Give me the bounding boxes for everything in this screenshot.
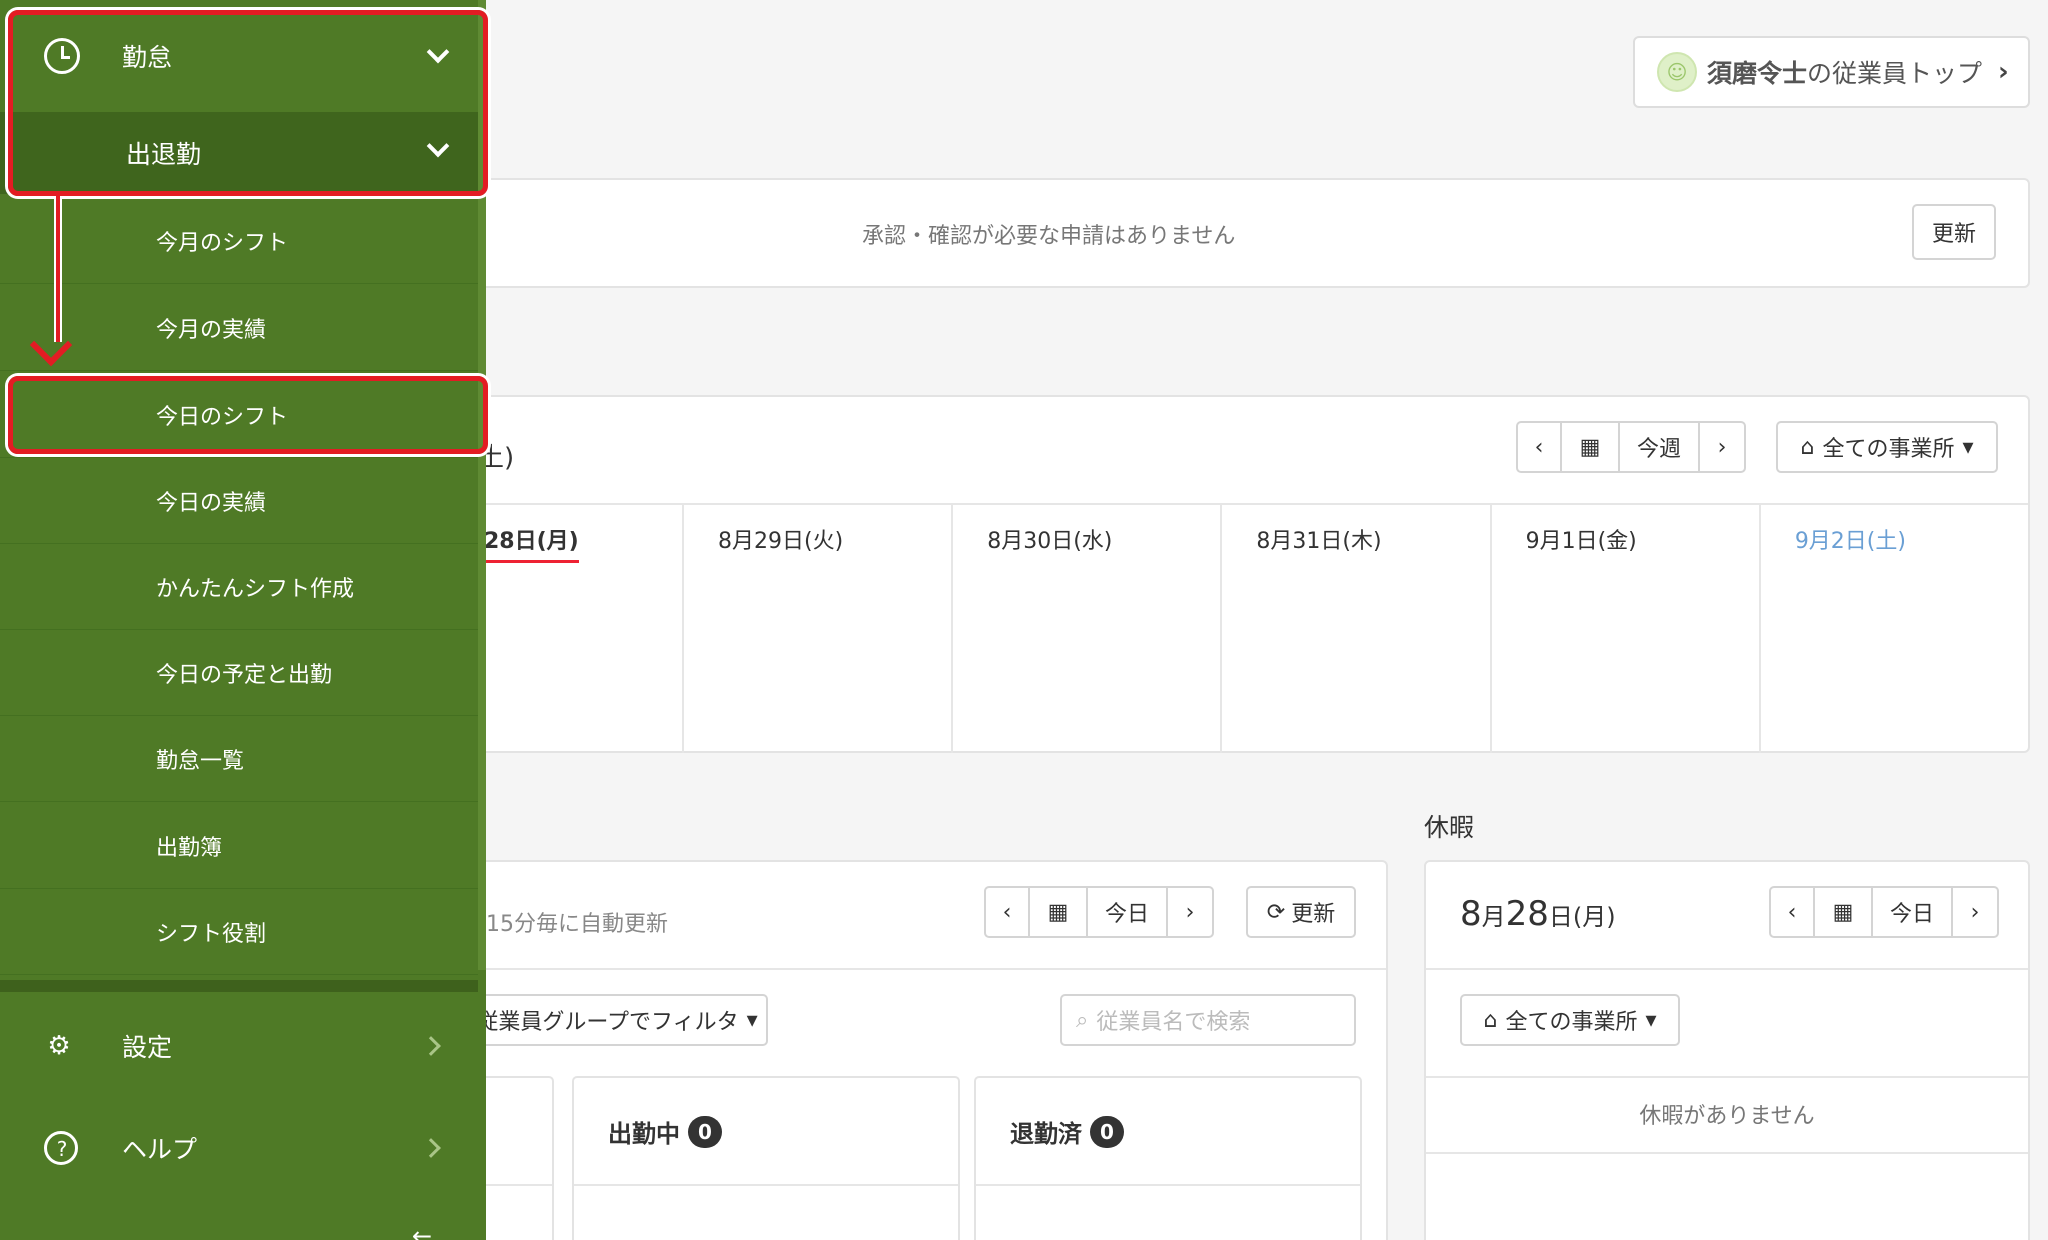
- help-icon: ?: [44, 1131, 78, 1165]
- sidebar-subitem-month-shift[interactable]: 今月のシフト: [0, 198, 478, 284]
- calendar-icon[interactable]: ▦: [1562, 423, 1620, 471]
- sidebar-subitem-today-schedule[interactable]: 今日の予定と出勤: [0, 630, 478, 716]
- sidebar-item-label: ヘルプ: [122, 1135, 198, 1164]
- column-title: 出勤中: [608, 1120, 680, 1148]
- leave-date: 8月28日(月): [1460, 894, 1616, 934]
- chevron-right-icon: ›: [1998, 57, 2009, 87]
- employee-name: 須磨令士: [1707, 59, 1808, 88]
- search-icon: ⌕: [1076, 1007, 1089, 1033]
- next-day-button[interactable]: ›: [1168, 888, 1212, 936]
- sidebar-item-help[interactable]: ? ヘルプ: [0, 1098, 478, 1198]
- sidebar-subitem-shift-roles[interactable]: シフト役割: [0, 889, 478, 975]
- divider: [472, 968, 1386, 970]
- prev-day-button[interactable]: ‹: [986, 888, 1030, 936]
- chevron-right-icon: [421, 1036, 441, 1056]
- leave-office-dropdown[interactable]: ⌂ 全ての事業所 ▾: [1460, 994, 1680, 1046]
- smiley-icon: ☺: [1657, 52, 1697, 92]
- auto-update-note: 15分毎に自動更新: [486, 912, 668, 937]
- sidebar-subitem-month-results[interactable]: 今月の実績: [0, 285, 478, 371]
- prev-week-button[interactable]: ‹: [1518, 423, 1562, 471]
- day-column[interactable]: 28日(月): [472, 505, 684, 753]
- sidebar-subitem-easy-shift[interactable]: かんたんシフト作成: [0, 544, 478, 630]
- caret-down-icon: ▾: [746, 1007, 758, 1033]
- chevron-right-icon: [421, 1138, 441, 1158]
- leave-day-nav: ‹ ▦ 今日 ›: [1769, 886, 1999, 938]
- office-label: 全ての事業所: [1822, 437, 1955, 462]
- notice-refresh-button[interactable]: 更新: [1912, 204, 1996, 260]
- column-title: 退勤済: [1010, 1120, 1082, 1148]
- today-button[interactable]: 今日: [1873, 888, 1953, 936]
- sidebar-subitem-attendance-list[interactable]: 勤怠一覧: [0, 716, 478, 802]
- next-week-button[interactable]: ›: [1700, 423, 1744, 471]
- day-column[interactable]: 9月1日(金): [1492, 505, 1761, 753]
- calendar-icon[interactable]: ▦: [1030, 888, 1088, 936]
- no-leave-message: 休暇がありません: [1639, 1104, 1815, 1129]
- count-badge: 0: [688, 1115, 722, 1148]
- notice-panel: 承認・確認が必要な申請はありません 更新: [470, 178, 2030, 288]
- caret-down-icon: ▾: [1962, 434, 1974, 460]
- prev-day-button[interactable]: ‹: [1771, 888, 1815, 936]
- employee-top-label: の従業員トップ: [1807, 59, 1983, 88]
- status-column-finished: 退勤済 0: [974, 1076, 1362, 1240]
- day-label: 9月2日(土): [1794, 529, 1906, 554]
- employee-search-input[interactable]: ⌕ 従業員名で検索: [1060, 994, 1356, 1046]
- next-day-button[interactable]: ›: [1953, 888, 1997, 936]
- collapse-sidebar-icon[interactable]: ←: [412, 1222, 432, 1240]
- day-column[interactable]: 9月2日(土): [1761, 505, 2028, 753]
- day-column[interactable]: 8月30日(水): [953, 505, 1223, 753]
- annotation-arrow: [54, 196, 62, 342]
- filter-label: 従業員グループでフィルタ: [476, 1010, 739, 1035]
- day-label: 8月29日(火): [718, 529, 844, 554]
- day-label: 9月1日(金): [1525, 529, 1637, 554]
- day-label: 8月30日(水): [987, 529, 1113, 554]
- office-label: 全ての事業所: [1505, 1010, 1638, 1035]
- this-week-button[interactable]: 今週: [1620, 423, 1700, 471]
- gear-icon: ⚙: [47, 1031, 71, 1061]
- day-label: 28日(月): [484, 529, 579, 563]
- home-icon: ⌂: [1483, 1007, 1498, 1033]
- refresh-label: 更新: [1291, 902, 1336, 927]
- calendar-icon[interactable]: ▦: [1815, 888, 1873, 936]
- divider: [0, 980, 478, 992]
- caret-down-icon: ▾: [1645, 1007, 1657, 1033]
- week-days: 28日(月) 8月29日(火) 8月30日(水) 8月31日(木) 9月1日(金…: [472, 503, 2028, 753]
- day-column[interactable]: 8月31日(木): [1222, 505, 1492, 753]
- employee-top-button[interactable]: ☺ 須磨令士の従業員トップ ›: [1633, 36, 2030, 108]
- leave-panel: 8月28日(月) ‹ ▦ 今日 › ⌂ 全ての事業所 ▾ 休暇がありません: [1424, 860, 2030, 1240]
- count-badge: 0: [1090, 1115, 1124, 1148]
- home-icon: ⌂: [1800, 434, 1815, 460]
- sidebar-subitem-attendance-book[interactable]: 出勤簿: [0, 803, 478, 889]
- attendance-refresh-button[interactable]: ⟳ 更新: [1246, 886, 1356, 938]
- office-dropdown[interactable]: ⌂ 全ての事業所 ▾: [1776, 421, 1998, 473]
- weekly-shift-panel: 土) ‹ ▦ 今週 › ⌂ 全ての事業所 ▾ 28日(月) 8月29日(火) 8…: [470, 395, 2030, 753]
- sidebar-subitem-today-results[interactable]: 今日の実績: [0, 458, 478, 544]
- day-nav: ‹ ▦ 今日 ›: [984, 886, 1214, 938]
- leave-section-title: 休暇: [1424, 813, 1475, 842]
- sidebar-item-settings[interactable]: ⚙ 設定: [0, 996, 478, 1096]
- highlight-box: [8, 10, 488, 196]
- day-column[interactable]: 8月29日(火): [684, 505, 954, 753]
- group-filter-dropdown[interactable]: 従業員グループでフィルタ ▾: [466, 994, 768, 1046]
- highlight-box: [8, 376, 488, 454]
- status-column-working: 出勤中 0: [572, 1076, 960, 1240]
- notice-message: 承認・確認が必要な申請はありません: [862, 224, 1236, 249]
- refresh-icon: ⟳: [1266, 899, 1286, 925]
- search-placeholder: 従業員名で検索: [1096, 1010, 1251, 1035]
- attendance-panel: 15分毎に自動更新 ‹ ▦ 今日 › ⟳ 更新 従業員グループでフィルタ ▾ ⌕…: [466, 860, 1388, 1240]
- sidebar-item-label: 設定: [122, 1033, 173, 1062]
- day-label: 8月31日(木): [1256, 529, 1382, 554]
- today-button[interactable]: 今日: [1088, 888, 1168, 936]
- week-nav: ‹ ▦ 今週 ›: [1516, 421, 1746, 473]
